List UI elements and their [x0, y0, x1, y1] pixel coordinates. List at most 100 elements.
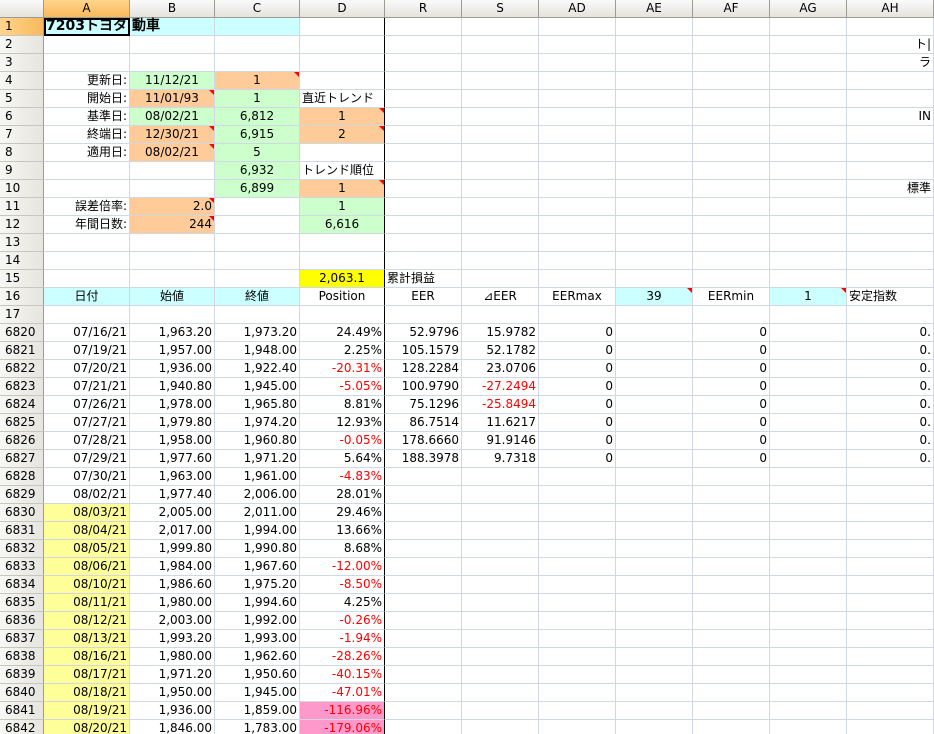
cell[interactable]: [385, 180, 462, 198]
cell[interactable]: [130, 54, 215, 72]
cell[interactable]: [616, 450, 693, 468]
cell[interactable]: [770, 342, 847, 360]
cell[interactable]: [847, 270, 934, 288]
eermin-param-cell[interactable]: 1: [770, 288, 847, 306]
cell[interactable]: [616, 522, 693, 540]
eermin-cell[interactable]: [693, 594, 770, 612]
eer-cell[interactable]: 105.1579: [385, 342, 462, 360]
row-header[interactable]: 6835: [0, 594, 44, 612]
eermax-cell[interactable]: [539, 486, 616, 504]
row-header[interactable]: 6: [0, 108, 44, 126]
cell[interactable]: [616, 396, 693, 414]
eer-cell[interactable]: [385, 540, 462, 558]
eermin-cell[interactable]: [693, 720, 770, 734]
row-header[interactable]: 6825: [0, 414, 44, 432]
row-header[interactable]: 6836: [0, 612, 44, 630]
update-date-label[interactable]: 更新日:: [44, 72, 130, 90]
cell[interactable]: [44, 252, 130, 270]
delta-eer-cell[interactable]: [462, 504, 539, 522]
cell[interactable]: [385, 54, 462, 72]
position-cell[interactable]: -40.15%: [300, 666, 385, 684]
date-cell[interactable]: 08/13/21: [44, 630, 130, 648]
cell[interactable]: [770, 414, 847, 432]
eermin-cell[interactable]: [693, 540, 770, 558]
delta-eer-column-header[interactable]: ⊿EER: [462, 288, 539, 306]
row-header[interactable]: 16: [0, 288, 44, 306]
date-cell[interactable]: 08/10/21: [44, 576, 130, 594]
eermax-cell[interactable]: [539, 702, 616, 720]
cell[interactable]: [770, 522, 847, 540]
cell[interactable]: [462, 162, 539, 180]
cell[interactable]: [770, 324, 847, 342]
cell[interactable]: [770, 90, 847, 108]
date-cell[interactable]: 08/03/21: [44, 504, 130, 522]
stability-cell[interactable]: [847, 720, 934, 734]
row-header[interactable]: 6821: [0, 342, 44, 360]
apply-date-label[interactable]: 適用日:: [44, 144, 130, 162]
cell[interactable]: [462, 54, 539, 72]
delta-eer-cell[interactable]: -27.2494: [462, 378, 539, 396]
column-header-ah[interactable]: AH: [847, 0, 934, 18]
ah-partial-cell[interactable]: 標準: [847, 180, 934, 198]
cell[interactable]: [693, 72, 770, 90]
apply-date-value[interactable]: 08/02/21: [130, 144, 215, 162]
cell[interactable]: [462, 36, 539, 54]
eer-cell[interactable]: [385, 648, 462, 666]
cell[interactable]: [44, 162, 130, 180]
delta-eer-cell[interactable]: [462, 684, 539, 702]
cell[interactable]: [462, 90, 539, 108]
cell[interactable]: [770, 72, 847, 90]
eermax-cell[interactable]: 0: [539, 360, 616, 378]
stability-cell[interactable]: [847, 666, 934, 684]
position-cell[interactable]: -116.96%: [300, 702, 385, 720]
position-cell[interactable]: -20.31%: [300, 360, 385, 378]
open-cell[interactable]: 1,957.00: [130, 342, 215, 360]
row-header[interactable]: 6840: [0, 684, 44, 702]
eermin-cell[interactable]: 0: [693, 414, 770, 432]
cell[interactable]: [693, 36, 770, 54]
cell[interactable]: [616, 36, 693, 54]
cell[interactable]: [130, 306, 215, 324]
cell[interactable]: [847, 90, 934, 108]
cell[interactable]: [385, 36, 462, 54]
cell[interactable]: [693, 144, 770, 162]
column-header-d[interactable]: D: [300, 0, 385, 18]
row-header[interactable]: 6832: [0, 540, 44, 558]
open-cell[interactable]: 1,980.00: [130, 594, 215, 612]
cell[interactable]: [770, 630, 847, 648]
close-cell[interactable]: 1,859.00: [215, 702, 300, 720]
cell[interactable]: [300, 144, 385, 162]
base-value[interactable]: 6,812: [215, 108, 300, 126]
eer-cell[interactable]: [385, 666, 462, 684]
eermax-cell[interactable]: [539, 648, 616, 666]
close-cell[interactable]: 1,990.80: [215, 540, 300, 558]
cell[interactable]: [770, 666, 847, 684]
cell[interactable]: [770, 216, 847, 234]
cell[interactable]: [130, 252, 215, 270]
title-fill-cell[interactable]: [215, 18, 300, 36]
recent-trend-value-2[interactable]: 2: [300, 126, 385, 144]
open-cell[interactable]: 1,993.20: [130, 630, 215, 648]
stability-cell[interactable]: [847, 648, 934, 666]
open-cell[interactable]: 2,005.00: [130, 504, 215, 522]
cell[interactable]: [616, 18, 693, 36]
eer-cell[interactable]: [385, 486, 462, 504]
stability-cell[interactable]: [847, 540, 934, 558]
end-date-value[interactable]: 12/30/21: [130, 126, 215, 144]
cell[interactable]: [770, 252, 847, 270]
cell[interactable]: [616, 612, 693, 630]
stability-cell[interactable]: 0.: [847, 378, 934, 396]
close-cell[interactable]: 1,922.40: [215, 360, 300, 378]
cell[interactable]: [300, 234, 385, 252]
cell[interactable]: [215, 54, 300, 72]
close-cell[interactable]: 1,945.00: [215, 684, 300, 702]
column-header-c[interactable]: C: [215, 0, 300, 18]
cell[interactable]: [616, 162, 693, 180]
eer-cell[interactable]: 100.9790: [385, 378, 462, 396]
cell[interactable]: [770, 180, 847, 198]
cell[interactable]: [616, 306, 693, 324]
eer-cell[interactable]: 52.9796: [385, 324, 462, 342]
row-header[interactable]: 11: [0, 198, 44, 216]
update-flag-value[interactable]: 1: [215, 72, 300, 90]
cell[interactable]: [130, 36, 215, 54]
